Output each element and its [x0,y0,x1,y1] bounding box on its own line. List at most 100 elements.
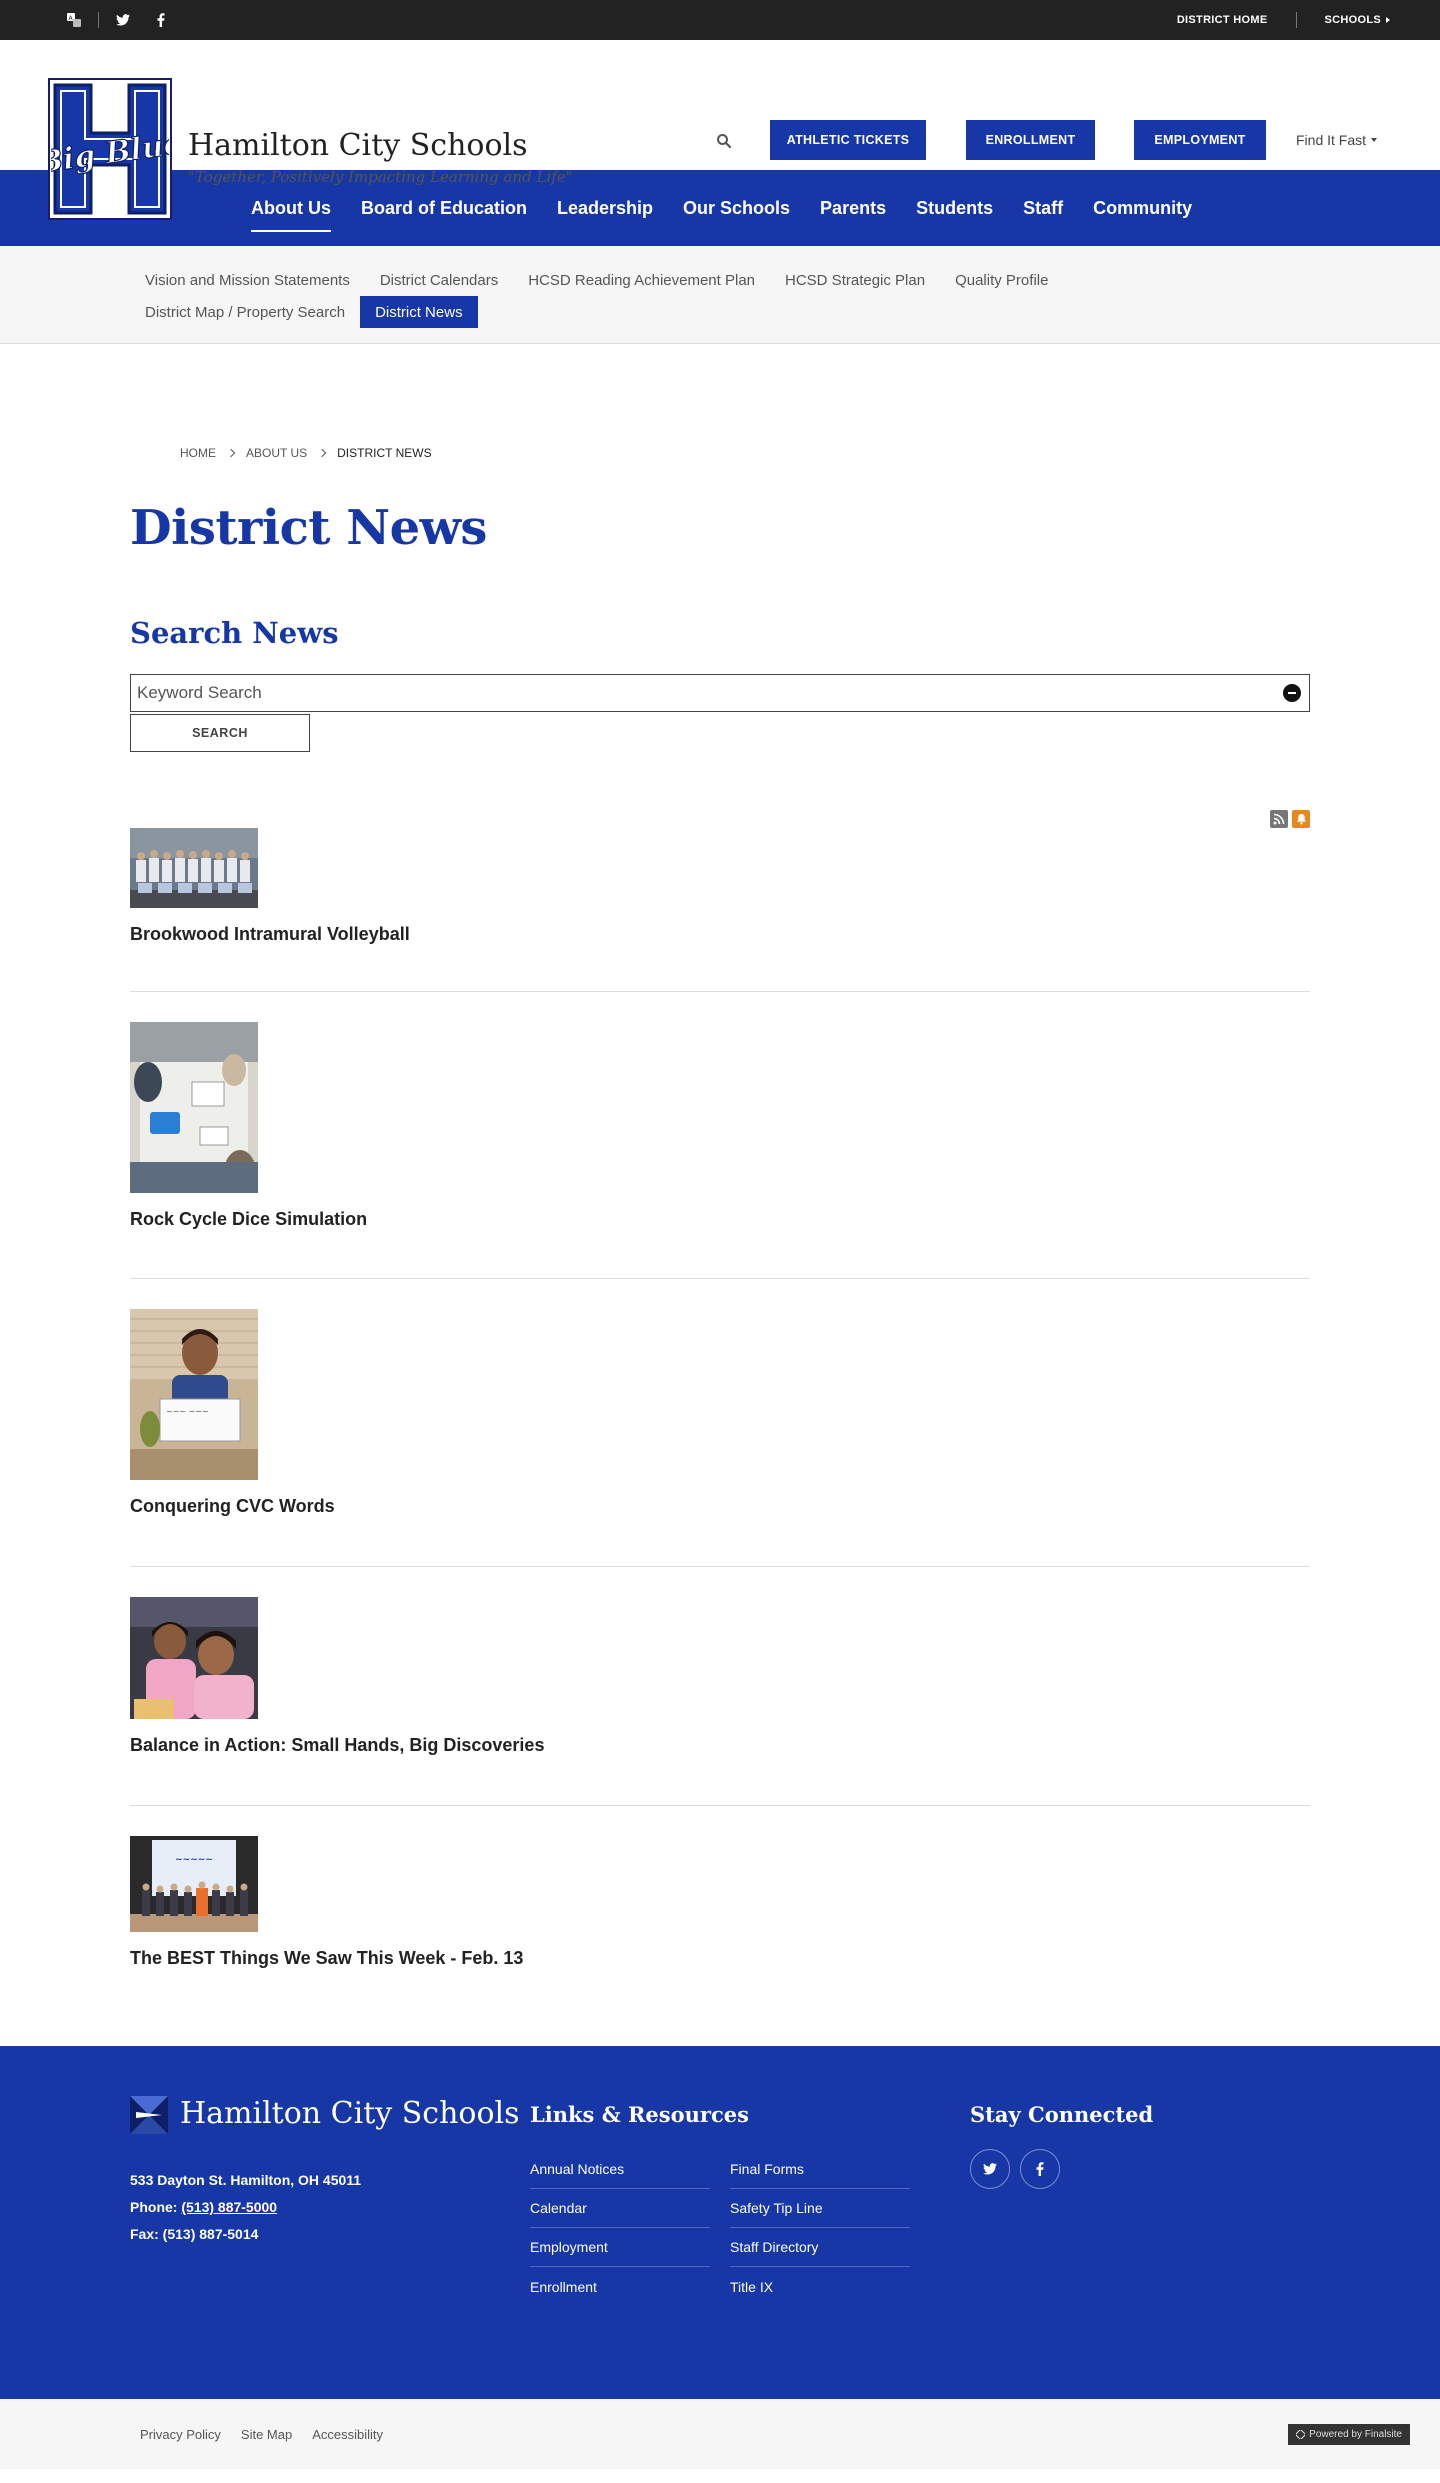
news-title[interactable]: Rock Cycle Dice Simulation [130,1209,1310,1230]
subnav-row: District Map / Property Search District … [130,296,1440,328]
stay-connected-heading: Stay Connected [970,2102,1154,2127]
caret-right-icon [1386,17,1390,23]
footer-link-employment[interactable]: Employment [530,2228,710,2267]
subnav-item-quality-profile[interactable]: Quality Profile [940,264,1063,296]
site-header: Big Blue Hamilton City Schools "Together… [0,40,1440,220]
footer-link-title-ix[interactable]: Title IX [730,2267,910,2306]
banner-scribble: ~~~~~ [175,1855,213,1865]
powered-by-label: Powered by Finalsite [1309,2428,1402,2440]
finalsite-icon [1296,2429,1306,2439]
footer-logo-icon[interactable] [130,2096,168,2134]
footer-fax: Fax: (513) 887-5014 [130,2226,259,2242]
subnav-item-vision-mission[interactable]: Vision and Mission Statements [130,264,365,296]
schools-dropdown[interactable]: SCHOOLS [1324,14,1390,26]
nav-item-leadership[interactable]: Leadership [542,170,668,246]
news-item[interactable]: Balance in Action: Small Hands, Big Disc… [130,1567,1310,1806]
news-thumbnail[interactable] [130,828,258,908]
bottom-bar: Privacy Policy Site Map Accessibility Po… [0,2399,1440,2469]
news-title[interactable]: Balance in Action: Small Hands, Big Disc… [130,1735,1310,1756]
footer-twitter-icon[interactable] [970,2149,1010,2189]
keyword-search-input[interactable] [131,675,1309,711]
facebook-icon[interactable] [151,10,171,30]
footer-social [970,2149,1060,2189]
chevron-right-icon [226,448,236,458]
translate-icon[interactable]: A [64,10,84,30]
site-map-link[interactable]: Site Map [241,2427,292,2442]
footer-link-safety-tip-line[interactable]: Safety Tip Line [730,2189,910,2228]
news-item[interactable]: ~~~ ~~~ Conquering CVC Words [130,1279,1310,1567]
utility-bar: A DISTRICT HOME SCHOOLS [0,0,1440,40]
page-title: District News [130,500,487,556]
subnav-item-district-map[interactable]: District Map / Property Search [130,296,360,328]
nav-item-our-schools[interactable]: Our Schools [668,170,805,246]
nav-item-staff[interactable]: Staff [1008,170,1078,246]
subnav-item-strategic-plan[interactable]: HCSD Strategic Plan [770,264,940,296]
breadcrumb-current: DISTRICT NEWS [337,446,432,460]
site-name[interactable]: Hamilton City Schools [188,128,528,163]
utility-right: DISTRICT HOME SCHOOLS [1177,12,1390,28]
divider [1295,12,1297,28]
footer-phone-link[interactable]: (513) 887-5000 [181,2199,277,2215]
site-logo[interactable]: Big Blue [48,78,172,220]
notification-bell-icon[interactable] [1292,810,1310,828]
footer-links: Annual Notices Final Forms Calendar Safe… [530,2150,910,2306]
schools-label: SCHOOLS [1324,14,1381,26]
nav-item-board-of-education[interactable]: Board of Education [346,170,542,246]
footer-link-enrollment[interactable]: Enrollment [530,2267,710,2306]
footer-site-name[interactable]: Hamilton City Schools [180,2096,520,2131]
news-thumbnail[interactable] [130,1597,258,1719]
athletic-tickets-button[interactable]: ATHLETIC TICKETS [770,120,926,160]
nav-item-community[interactable]: Community [1078,170,1207,246]
news-list: Brookwood Intramural Volleyball Rock Cyc… [130,828,1310,1968]
divider [98,12,99,28]
clear-search-icon[interactable] [1283,684,1301,702]
nav-item-students[interactable]: Students [901,170,1008,246]
search-heading: Search News [130,616,339,650]
privacy-policy-link[interactable]: Privacy Policy [140,2427,221,2442]
breadcrumb-about-us[interactable]: ABOUT US [246,446,307,460]
breadcrumb-home[interactable]: HOME [180,446,216,460]
rss-icon[interactable] [1270,810,1288,828]
nav-item-parents[interactable]: Parents [805,170,901,246]
footer-contact: 533 Dayton St. Hamilton, OH 45011 Phone:… [130,2167,361,2248]
news-item[interactable]: Brookwood Intramural Volleyball [130,828,1310,992]
footer-address: 533 Dayton St. Hamilton, OH 45011 [130,2172,362,2188]
district-home-link[interactable]: DISTRICT HOME [1177,14,1268,26]
footer-facebook-icon[interactable] [1020,2149,1060,2189]
footer-phone-label: Phone: [130,2199,178,2215]
subnav-row: Vision and Mission Statements District C… [130,264,1440,296]
news-title[interactable]: The BEST Things We Saw This Week - Feb. … [130,1948,1310,1969]
find-it-fast-dropdown[interactable]: Find It Fast [1296,132,1378,148]
footer-link-final-forms[interactable]: Final Forms [730,2150,910,2189]
news-thumbnail[interactable] [130,1022,258,1193]
accessibility-link[interactable]: Accessibility [312,2427,383,2442]
news-thumbnail[interactable]: ~~~~~ [130,1836,258,1932]
enrollment-button[interactable]: ENROLLMENT [966,120,1095,160]
find-it-fast-label: Find It Fast [1296,132,1367,148]
footer-link-annual-notices[interactable]: Annual Notices [530,2150,710,2189]
news-title[interactable]: Brookwood Intramural Volleyball [130,924,1310,945]
subnav-item-district-calendars[interactable]: District Calendars [365,264,513,296]
caret-down-icon [1371,138,1378,142]
subnav-item-district-news[interactable]: District News [360,296,478,328]
powered-by-badge[interactable]: Powered by Finalsite [1288,2423,1410,2445]
big-blue-logo-icon: Big Blue [51,83,169,215]
main-content: HOME ABOUT US DISTRICT NEWS District New… [0,446,1440,1968]
employment-button[interactable]: EMPLOYMENT [1134,120,1266,160]
sign-scribble: ~~~ ~~~ [166,1407,209,1416]
subnav-item-reading-plan[interactable]: HCSD Reading Achievement Plan [513,264,770,296]
news-item[interactable]: Rock Cycle Dice Simulation [130,992,1310,1279]
footer-link-calendar[interactable]: Calendar [530,2189,710,2228]
search-button[interactable]: SEARCH [130,714,310,752]
utility-left: A [64,10,171,30]
search-box [130,674,1310,712]
links-resources-heading: Links & Resources [530,2102,749,2127]
search-icon[interactable] [716,133,732,149]
legal-links: Privacy Policy Site Map Accessibility [140,2427,383,2442]
twitter-icon[interactable] [113,10,133,30]
news-title[interactable]: Conquering CVC Words [130,1496,1310,1517]
news-item[interactable]: ~~~~~ The BEST Things We Saw This Week -… [130,1806,1310,1968]
news-thumbnail[interactable]: ~~~ ~~~ [130,1309,258,1480]
footer-link-staff-directory[interactable]: Staff Directory [730,2228,910,2267]
nav-item-about-us[interactable]: About Us [236,170,346,246]
